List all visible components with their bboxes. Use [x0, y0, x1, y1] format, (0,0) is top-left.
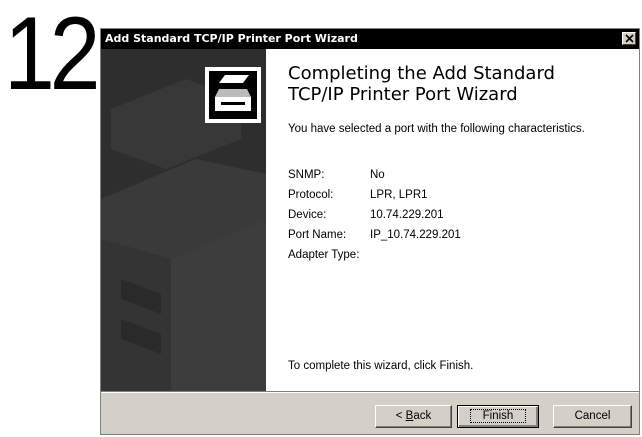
finish-label: Finish: [469, 409, 527, 423]
wizard-content: Completing the Add Standard TCP/IP Print…: [266, 49, 639, 391]
step-number: 12: [4, 0, 101, 112]
wizard-banner: [101, 49, 266, 391]
property-label: SNMP:: [288, 169, 325, 181]
page-title: Completing the Add Standard TCP/IP Print…: [288, 63, 628, 105]
title-line-2: TCP/IP Printer Port Wizard: [288, 84, 518, 105]
close-button[interactable]: [622, 32, 636, 45]
property-label: Port Name:: [288, 229, 347, 241]
back-rest: ack: [413, 410, 432, 422]
property-value: No: [370, 169, 385, 181]
finish-instruction: To complete this wizard, click Finish.: [288, 360, 474, 372]
printer-wizard-icon: [205, 67, 261, 123]
back-prefix: <: [395, 410, 406, 422]
back-button[interactable]: < Back: [375, 405, 452, 428]
property-label: Protocol:: [288, 189, 334, 201]
title-line-1: Completing the Add Standard: [288, 63, 555, 84]
property-label: Device:: [288, 209, 327, 221]
cancel-label: Cancel: [574, 410, 611, 422]
close-icon: [625, 34, 634, 43]
printer-watermark: [101, 49, 266, 391]
window-title: Add Standard TCP/IP Printer Port Wizard: [105, 32, 358, 45]
property-value: IP_10.74.229.201: [370, 229, 461, 241]
intro-text: You have selected a port with the follow…: [288, 123, 585, 135]
property-label: Adapter Type:: [288, 249, 360, 261]
title-bar[interactable]: Add Standard TCP/IP Printer Port Wizard: [101, 29, 639, 49]
property-value: LPR, LPR1: [370, 189, 428, 201]
button-divider: [101, 391, 639, 393]
property-value: 10.74.229.201: [370, 209, 444, 221]
cancel-button[interactable]: Cancel: [553, 405, 632, 428]
finish-button[interactable]: Finish: [457, 405, 539, 428]
wizard-window: Add Standard TCP/IP Printer Port Wizard: [100, 28, 640, 435]
